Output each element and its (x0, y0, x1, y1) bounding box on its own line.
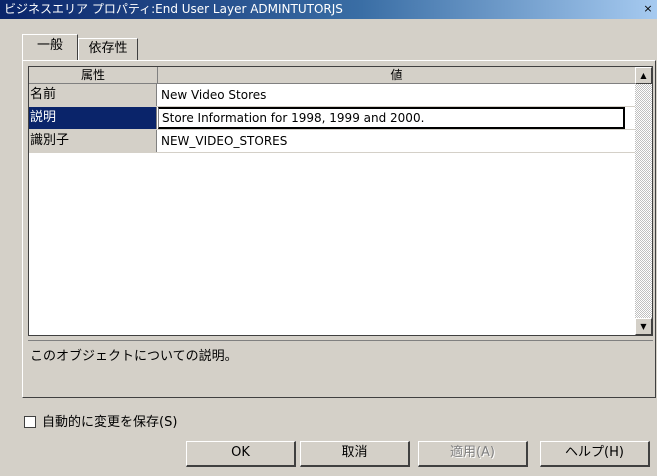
window-title: ビジネスエリア プロパティ:End User Layer ADMINTUTORJ… (4, 2, 343, 16)
apply-button[interactable]: 適用(A) (418, 441, 528, 467)
property-grid: 属性 値 名前 New Video Stores 説明 Store Inform… (28, 66, 653, 336)
close-icon[interactable]: × (641, 2, 655, 16)
property-value[interactable]: NEW_VIDEO_STORES (158, 130, 625, 152)
vertical-scrollbar[interactable]: ▲ ▼ (635, 67, 652, 335)
property-value-editor[interactable]: Store Information for 1998, 1999 and 200… (158, 107, 625, 129)
tab-general[interactable]: 一般 (22, 34, 78, 60)
column-header-value[interactable]: 値 (158, 67, 635, 83)
scroll-down-icon[interactable]: ▼ (635, 318, 652, 335)
autosave-checkbox[interactable] (24, 416, 36, 428)
property-key[interactable]: 説明 (29, 107, 157, 129)
column-header-attribute[interactable]: 属性 (29, 67, 158, 83)
cancel-button[interactable]: 取消 (300, 441, 410, 467)
autosave-label[interactable]: 自動的に変更を保存(S) (42, 415, 177, 430)
property-value[interactable]: New Video Stores (158, 84, 625, 106)
ok-button[interactable]: OK (186, 441, 296, 467)
scroll-up-icon[interactable]: ▲ (635, 67, 652, 84)
grid-header: 属性 値 (29, 67, 635, 84)
property-key[interactable]: 識別子 (29, 130, 157, 152)
property-key[interactable]: 名前 (29, 84, 157, 106)
description-text: このオブジェクトについての説明。 (28, 340, 653, 396)
tab-dependencies[interactable]: 依存性 (78, 38, 138, 60)
table-row[interactable]: 識別子 NEW_VIDEO_STORES (29, 130, 635, 153)
help-button[interactable]: ヘルプ(H) (540, 441, 650, 467)
autosave-option[interactable]: 自動的に変更を保存(S) (24, 414, 177, 432)
table-row[interactable]: 説明 Store Information for 1998, 1999 and … (29, 107, 635, 130)
table-row[interactable]: 名前 New Video Stores (29, 84, 635, 107)
title-bar: ビジネスエリア プロパティ:End User Layer ADMINTUTORJ… (0, 0, 657, 19)
